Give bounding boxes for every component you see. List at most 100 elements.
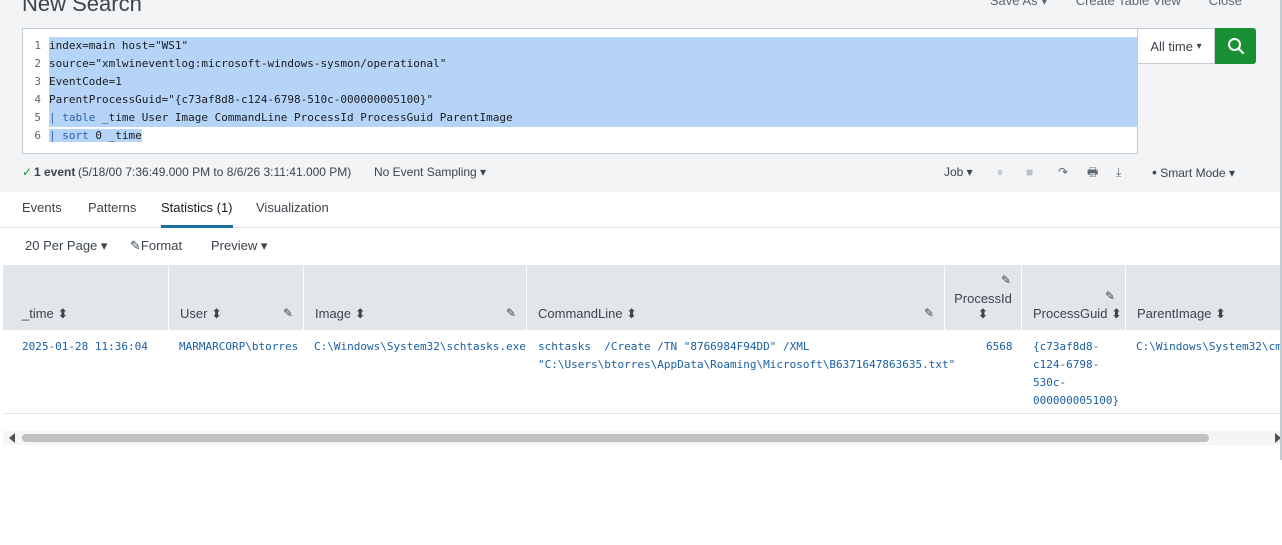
pause-icon[interactable]: ⏸ [997, 160, 1003, 184]
create-table-view-button[interactable]: Create Table View [1076, 0, 1181, 11]
check-icon: ✓ [22, 165, 33, 179]
sort-icon[interactable]: ⬍ [1111, 306, 1122, 321]
job-menu[interactable]: Job ▾ [944, 160, 973, 184]
pencil-icon: ✎ [130, 238, 141, 253]
edit-column-icon[interactable]: ✎ [283, 306, 293, 320]
cell-time[interactable]: 2025-01-28 11:36:04 [22, 338, 148, 356]
share-icon[interactable]: ↷ [1058, 160, 1068, 184]
search-mode-label: Smart Mode ▾ [1160, 166, 1235, 180]
cell-commandline-line: schtasks /Create /TN "8766984F94DD" /XML [538, 340, 810, 353]
column-name: Image [315, 306, 352, 321]
header-actions: Save As ▾ Create Table View Close [990, 0, 1242, 11]
column-name: ParentImage [1137, 306, 1212, 321]
sort-icon[interactable]: ⬍ [945, 306, 1021, 322]
sort-icon[interactable]: ⬍ [355, 306, 366, 321]
search-icon [1227, 38, 1244, 55]
tab-patterns[interactable]: Patterns [88, 192, 136, 228]
bulb-icon: • [1152, 164, 1157, 180]
column-label: CommandLine ⬍ [538, 306, 637, 322]
tab-statistics[interactable]: Statistics (1) [161, 192, 233, 228]
column-label: ParentImage ⬍ [1137, 306, 1226, 322]
cell-guid-line: 000000005100} [1033, 394, 1120, 407]
query-line: 4 ParentProcessGuid="{c73af8d8-c124-6798… [23, 91, 1137, 109]
scrollbar-thumb[interactable] [22, 434, 1209, 442]
column-label: Image ⬍ [315, 306, 366, 322]
table-row: 2025-01-28 11:36:04 MARMARCORP\btorres C… [3, 330, 1282, 414]
save-as-button[interactable]: Save As ▾ [990, 0, 1048, 11]
column-name: CommandLine [538, 306, 623, 321]
preview-dropdown[interactable]: Preview ▾ [211, 238, 267, 254]
edit-column-icon[interactable]: ✎ [506, 306, 516, 320]
column-name: ProcessGuid [1033, 306, 1108, 321]
cell-user[interactable]: MARMARCORP\btorres [179, 338, 298, 356]
cell-guid-line: {c73af8d8- [1033, 340, 1100, 353]
cell-parentimage[interactable]: C:\Windows\System32\cm [1136, 338, 1282, 356]
column-header-time[interactable]: _time ⬍ [3, 265, 168, 330]
column-header-parentimage[interactable]: ParentImage ⬍ [1125, 265, 1282, 330]
cell-commandline-line: "C:\Users\btorres\AppData\Roaming\Micros… [538, 358, 956, 371]
query-line: 6 | sort 0 _time [23, 127, 1137, 145]
edit-column-icon[interactable]: ✎ [1001, 273, 1011, 287]
job-status-row: ✓ 1 event (5/18/00 7:36:49.000 PM to 8/6… [0, 160, 1282, 184]
scroll-left-icon[interactable] [9, 433, 15, 443]
cell-processid[interactable]: 6568 [986, 338, 1013, 356]
per-page-dropdown[interactable]: 20 Per Page ▾ [25, 238, 107, 254]
horizontal-scrollbar[interactable] [3, 431, 1282, 445]
search-query-editor[interactable]: 1 index=main host="WS1" 2 source="xmlwin… [22, 28, 1138, 154]
column-label: User ⬍ [180, 306, 222, 322]
column-header-processguid[interactable]: ✎ ProcessGuid ⬍ [1021, 265, 1125, 330]
query-line: 5 | table _time User Image CommandLine P… [23, 109, 1137, 127]
line-number: 4 [34, 93, 41, 106]
pipe-symbol: | [49, 129, 63, 142]
time-range-label: All time [1150, 38, 1193, 54]
format-button[interactable]: ✎Format [130, 238, 182, 254]
query-line: 1 index=main host="WS1" [23, 37, 1137, 55]
column-name: _time [22, 306, 54, 321]
column-label: ProcessGuid ⬍ [1033, 306, 1122, 322]
edit-column-icon[interactable]: ✎ [924, 306, 934, 320]
column-label: _time ⬍ [22, 306, 68, 322]
selected-text: | sort 0 _time [49, 129, 142, 142]
sort-icon[interactable]: ⬍ [626, 306, 637, 321]
cell-processguid[interactable]: {c73af8d8- c124-6798- 530c- 000000005100} [1033, 338, 1119, 410]
print-icon[interactable]: 🖶 [1087, 160, 1098, 184]
line-number: 5 [34, 111, 41, 124]
query-line: 2 source="xmlwineventlog:microsoft-windo… [23, 55, 1137, 73]
command-args: 0 _time [88, 129, 142, 142]
sort-icon[interactable]: ⬍ [211, 306, 222, 321]
line-number: 1 [34, 39, 41, 52]
column-header-image[interactable]: Image ⬍ ✎ [303, 265, 526, 330]
event-sampling-dropdown[interactable]: No Event Sampling ▾ [374, 160, 486, 184]
page-header: New Search Save As ▾ Create Table View C… [0, 0, 1282, 28]
column-header-user[interactable]: User ⬍ ✎ [168, 265, 303, 330]
column-header-processid[interactable]: ✎ ProcessId ⬍ [944, 265, 1021, 330]
command-keyword: sort [62, 129, 89, 142]
time-range-picker[interactable]: All time ▾ [1138, 28, 1215, 64]
query-text: ParentProcessGuid="{c73af8d8-c124-6798-5… [49, 91, 1137, 109]
cell-image[interactable]: C:\Windows\System32\schtasks.exe [314, 338, 526, 356]
page-title: New Search [22, 0, 142, 16]
close-button[interactable]: Close [1209, 0, 1242, 11]
event-count: 1 event [34, 165, 76, 179]
stop-icon[interactable]: ■ [1026, 160, 1033, 184]
sort-icon[interactable]: ⬍ [57, 306, 68, 321]
cell-commandline[interactable]: schtasks /Create /TN "8766984F94DD" /XML… [538, 338, 955, 374]
edit-column-icon[interactable]: ✎ [1105, 289, 1115, 303]
search-button[interactable] [1215, 28, 1256, 64]
statistics-panel: 20 Per Page ▾ ✎Format Preview ▾ _time ⬍ … [0, 228, 1282, 545]
column-header-commandline[interactable]: CommandLine ⬍ ✎ [526, 265, 944, 330]
command-args: _time User Image CommandLine ProcessId P… [95, 111, 513, 124]
query-text: | sort 0 _time [49, 127, 1137, 145]
sort-icon[interactable]: ⬍ [1215, 306, 1226, 321]
cell-guid-line: 530c- [1033, 376, 1067, 389]
table-toolbar: 20 Per Page ▾ ✎Format Preview ▾ [0, 228, 1282, 265]
line-number: 3 [34, 75, 41, 88]
query-line: 3 EventCode=1 [23, 73, 1137, 91]
tab-visualization[interactable]: Visualization [256, 192, 329, 228]
event-time-range: (5/18/00 7:36:49.000 PM to 8/6/26 3:11:4… [78, 165, 352, 179]
query-text: | table _time User Image CommandLine Pro… [49, 109, 1137, 127]
query-lines: 1 index=main host="WS1" 2 source="xmlwin… [23, 37, 1137, 145]
tab-events[interactable]: Events [22, 192, 62, 228]
search-mode-dropdown[interactable]: • Smart Mode ▾ [1152, 160, 1235, 185]
export-icon[interactable]: ⤓ [1116, 160, 1121, 184]
